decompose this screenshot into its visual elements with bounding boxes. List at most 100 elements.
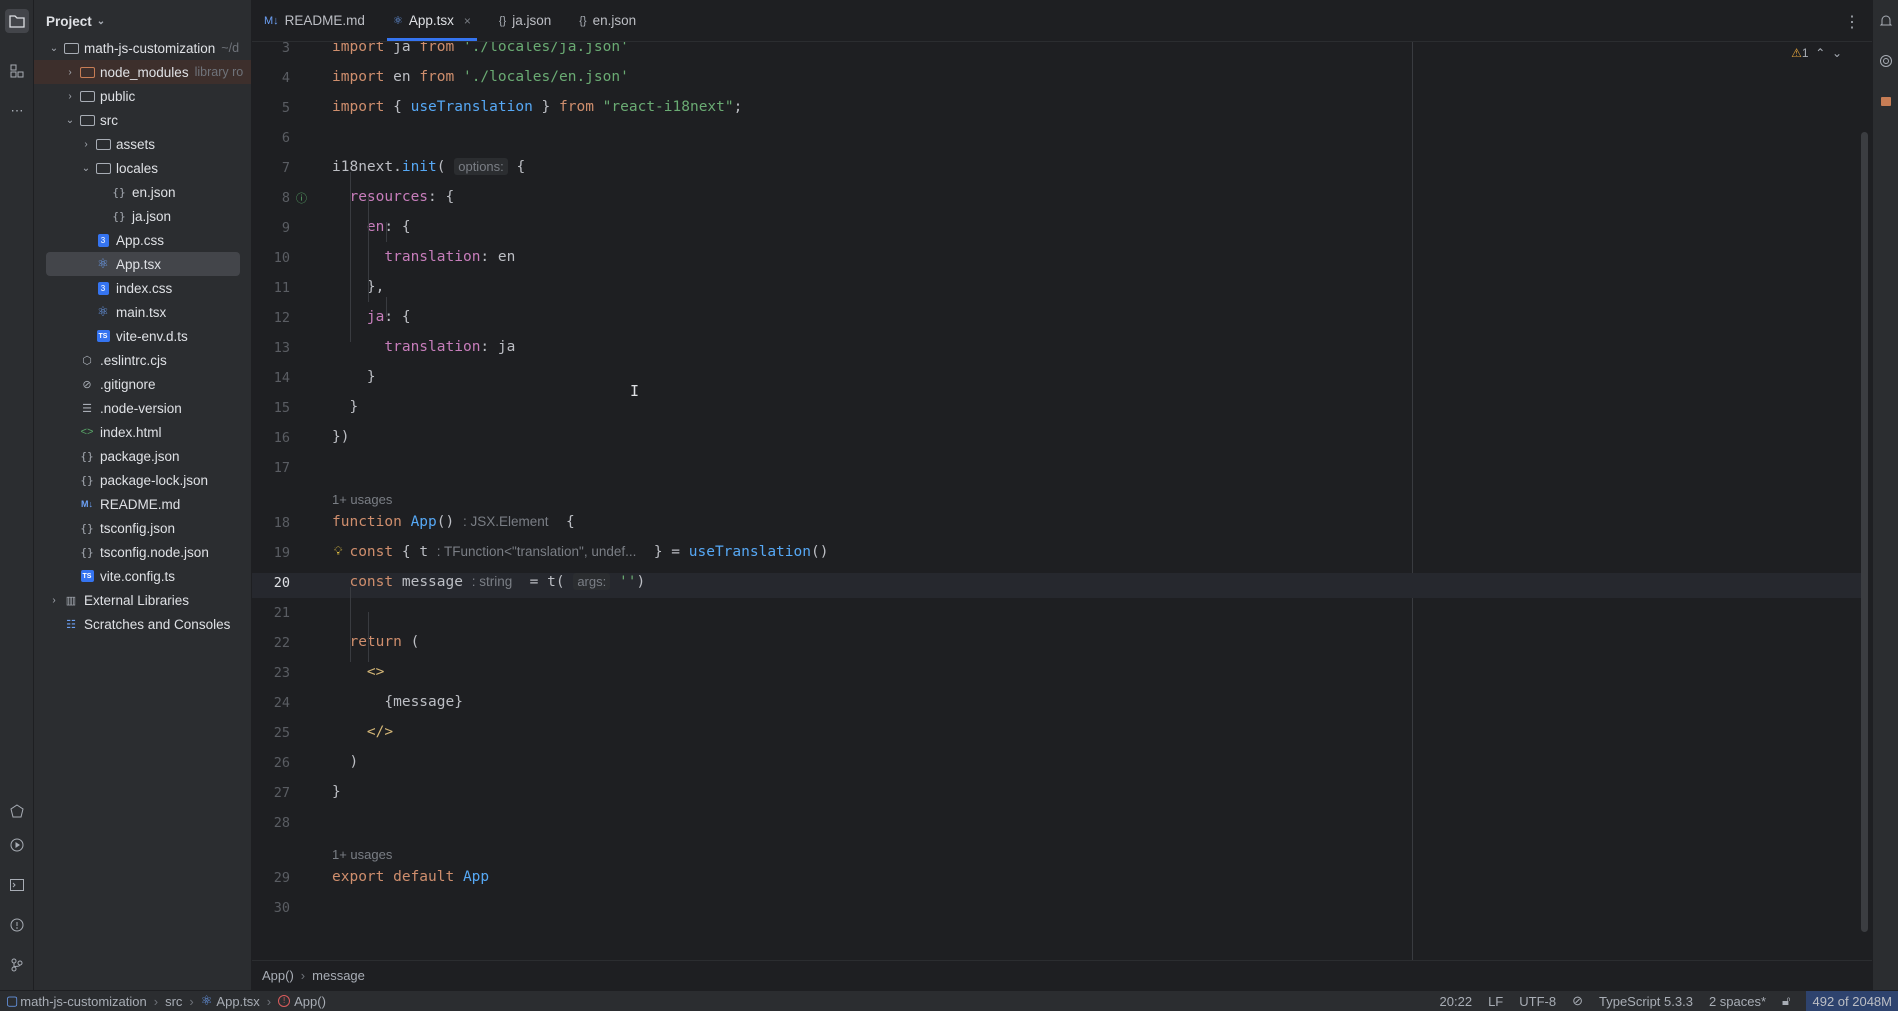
tree-item[interactable]: {} package.json	[34, 444, 251, 468]
tree-item[interactable]: 3 App.css	[34, 228, 251, 252]
editor-scrollbar[interactable]	[1861, 132, 1868, 932]
tree-item[interactable]: TS vite.config.ts	[34, 564, 251, 588]
status-path-project[interactable]: math-js-customization	[20, 994, 146, 1009]
lock-icon[interactable]: 🔓︎	[1782, 993, 1790, 1009]
terminal-tool-icon[interactable]	[5, 873, 29, 897]
next-highlight-icon[interactable]: ⌄	[1832, 46, 1842, 60]
close-tab-icon[interactable]: ×	[464, 14, 471, 28]
git-tool-icon[interactable]	[5, 953, 29, 977]
tree-item[interactable]: {} tsconfig.json	[34, 516, 251, 540]
notifications-icon[interactable]	[1874, 9, 1898, 33]
code-line[interactable]: ja: {	[332, 309, 411, 325]
code-editor[interactable]: ⚠1 ⌃ ⌄ 3 import ja from './locales/ja.jso…	[252, 42, 1872, 960]
structure-tool-icon[interactable]	[5, 59, 29, 83]
warning-icon: ⚠	[1791, 46, 1802, 60]
folder-icon	[94, 160, 112, 176]
chevron-down-icon[interactable]: ⌄	[78, 163, 94, 174]
line-separator[interactable]: LF	[1488, 994, 1503, 1009]
tree-item[interactable]: ⌄ src	[34, 108, 251, 132]
tree-item[interactable]: {} en.json	[34, 180, 251, 204]
tree-item[interactable]: ⚛ main.tsx	[34, 300, 251, 324]
code-line[interactable]: const message : string = t( args: '')	[332, 573, 645, 590]
usages-hint[interactable]: 1+ usages	[332, 847, 392, 862]
code-line[interactable]: }	[332, 369, 376, 385]
tree-item[interactable]: <> index.html	[34, 420, 251, 444]
code-line[interactable]: )	[332, 754, 358, 770]
chevron-down-icon[interactable]: ⌄	[46, 43, 62, 54]
status-path-file[interactable]: App.tsx	[216, 994, 259, 1009]
editor-tab[interactable]: {} en.json	[565, 0, 650, 41]
language-service[interactable]: TypeScript 5.3.3	[1599, 994, 1693, 1009]
tree-item[interactable]: 3 index.css	[34, 276, 251, 300]
editor-tab[interactable]: M↓ README.md	[252, 0, 379, 41]
previous-highlight-icon[interactable]: ⌃	[1815, 46, 1825, 60]
tree-item[interactable]: › ▥ External Libraries	[34, 588, 251, 612]
tree-item[interactable]: ⚛ App.tsx	[46, 252, 240, 276]
code-line[interactable]: const { t : TFunction<"translation", und…	[332, 544, 828, 560]
tree-item[interactable]: ⊘ .gitignore	[34, 372, 251, 396]
more-options-icon[interactable]: ⋮	[1844, 12, 1860, 32]
status-path-folder[interactable]: src	[165, 994, 182, 1009]
indent-guide	[350, 172, 351, 342]
tree-item[interactable]: › public	[34, 84, 251, 108]
code-line[interactable]: function App() : JSX.Element {	[332, 514, 575, 530]
inspection-widget[interactable]: ⚠1 ⌃ ⌄	[1791, 46, 1842, 60]
chevron-down-icon[interactable]: ⌄	[62, 115, 78, 126]
code-line[interactable]: export default App	[332, 869, 489, 885]
database-icon[interactable]	[1874, 89, 1898, 113]
code-line[interactable]: }	[332, 784, 341, 800]
code-line[interactable]: })	[332, 429, 349, 445]
breadcrumb-function[interactable]: App()	[262, 968, 294, 983]
tree-item[interactable]: ☷ Scratches and Consoles	[34, 612, 251, 636]
code-line[interactable]: </>	[332, 724, 393, 740]
editor-tab[interactable]: {} ja.json	[485, 0, 565, 41]
status-path-symbol[interactable]: App()	[294, 994, 326, 1009]
tree-item[interactable]: M↓ README.md	[34, 492, 251, 516]
chevron-right-icon[interactable]: ›	[46, 595, 62, 606]
memory-indicator[interactable]: 492 of 2048M	[1806, 991, 1898, 1011]
no-inspection-icon[interactable]: ⊘	[1572, 993, 1583, 1009]
code-line[interactable]: translation: ja	[332, 339, 515, 355]
text-file-icon: ☰	[82, 402, 92, 415]
chevron-right-icon[interactable]: ›	[62, 91, 78, 102]
plugins-tool-icon[interactable]	[5, 799, 29, 823]
more-tools-icon[interactable]: ⋯	[5, 99, 29, 123]
code-line[interactable]: {message}	[332, 694, 463, 710]
chevron-down-icon[interactable]: ⌄	[97, 16, 105, 27]
tree-item[interactable]: {} package-lock.json	[34, 468, 251, 492]
chevron-right-icon[interactable]: ›	[62, 67, 78, 78]
project-panel-title: Project	[46, 13, 92, 29]
indent-setting[interactable]: 2 spaces*	[1709, 994, 1766, 1009]
tree-item[interactable]: ⌄ locales	[34, 156, 251, 180]
usages-hint[interactable]: 1+ usages	[332, 492, 392, 507]
tree-item[interactable]: TS vite-env.d.ts	[34, 324, 251, 348]
code-line[interactable]: },	[332, 279, 384, 295]
code-line[interactable]: }	[332, 399, 358, 415]
project-tool-icon[interactable]	[5, 9, 29, 33]
breadcrumb-variable[interactable]: message	[312, 968, 365, 983]
tree-item[interactable]: › assets	[34, 132, 251, 156]
code-line[interactable]: import ja from './locales/ja.json'	[332, 42, 629, 55]
tree-item[interactable]: ⌄ math-js-customization ~/d	[34, 36, 251, 60]
tree-item[interactable]: › node_modules library ro	[34, 60, 251, 84]
editor-tab[interactable]: ⚛ App.tsx ×	[379, 0, 485, 41]
code-line[interactable]: import en from './locales/en.json'	[332, 69, 629, 85]
tree-item[interactable]: ☰ .node-version	[34, 396, 251, 420]
tree-item[interactable]: {} tsconfig.node.json	[34, 540, 251, 564]
code-line[interactable]: return (	[332, 634, 419, 650]
code-line[interactable]: <>	[332, 664, 384, 680]
tree-item[interactable]: ⬡ .eslintrc.cjs	[34, 348, 251, 372]
tree-item[interactable]: {} ja.json	[34, 204, 251, 228]
file-encoding[interactable]: UTF-8	[1519, 994, 1556, 1009]
code-line[interactable]: translation: en	[332, 249, 515, 265]
problems-tool-icon[interactable]	[5, 913, 29, 937]
json-file-icon: {}	[112, 185, 126, 199]
code-line[interactable]: import { useTranslation } from "react-i1…	[332, 99, 742, 115]
implemented-gutter-icon[interactable]: ⓘ	[296, 190, 307, 206]
chevron-right-icon[interactable]: ›	[78, 139, 94, 150]
run-tool-icon[interactable]	[5, 833, 29, 857]
ai-assistant-icon[interactable]	[1874, 49, 1898, 73]
code-line[interactable]: i18next.init( options: {	[332, 158, 525, 175]
code-line[interactable]: en: {	[332, 219, 411, 235]
caret-position[interactable]: 20:22	[1440, 994, 1473, 1009]
